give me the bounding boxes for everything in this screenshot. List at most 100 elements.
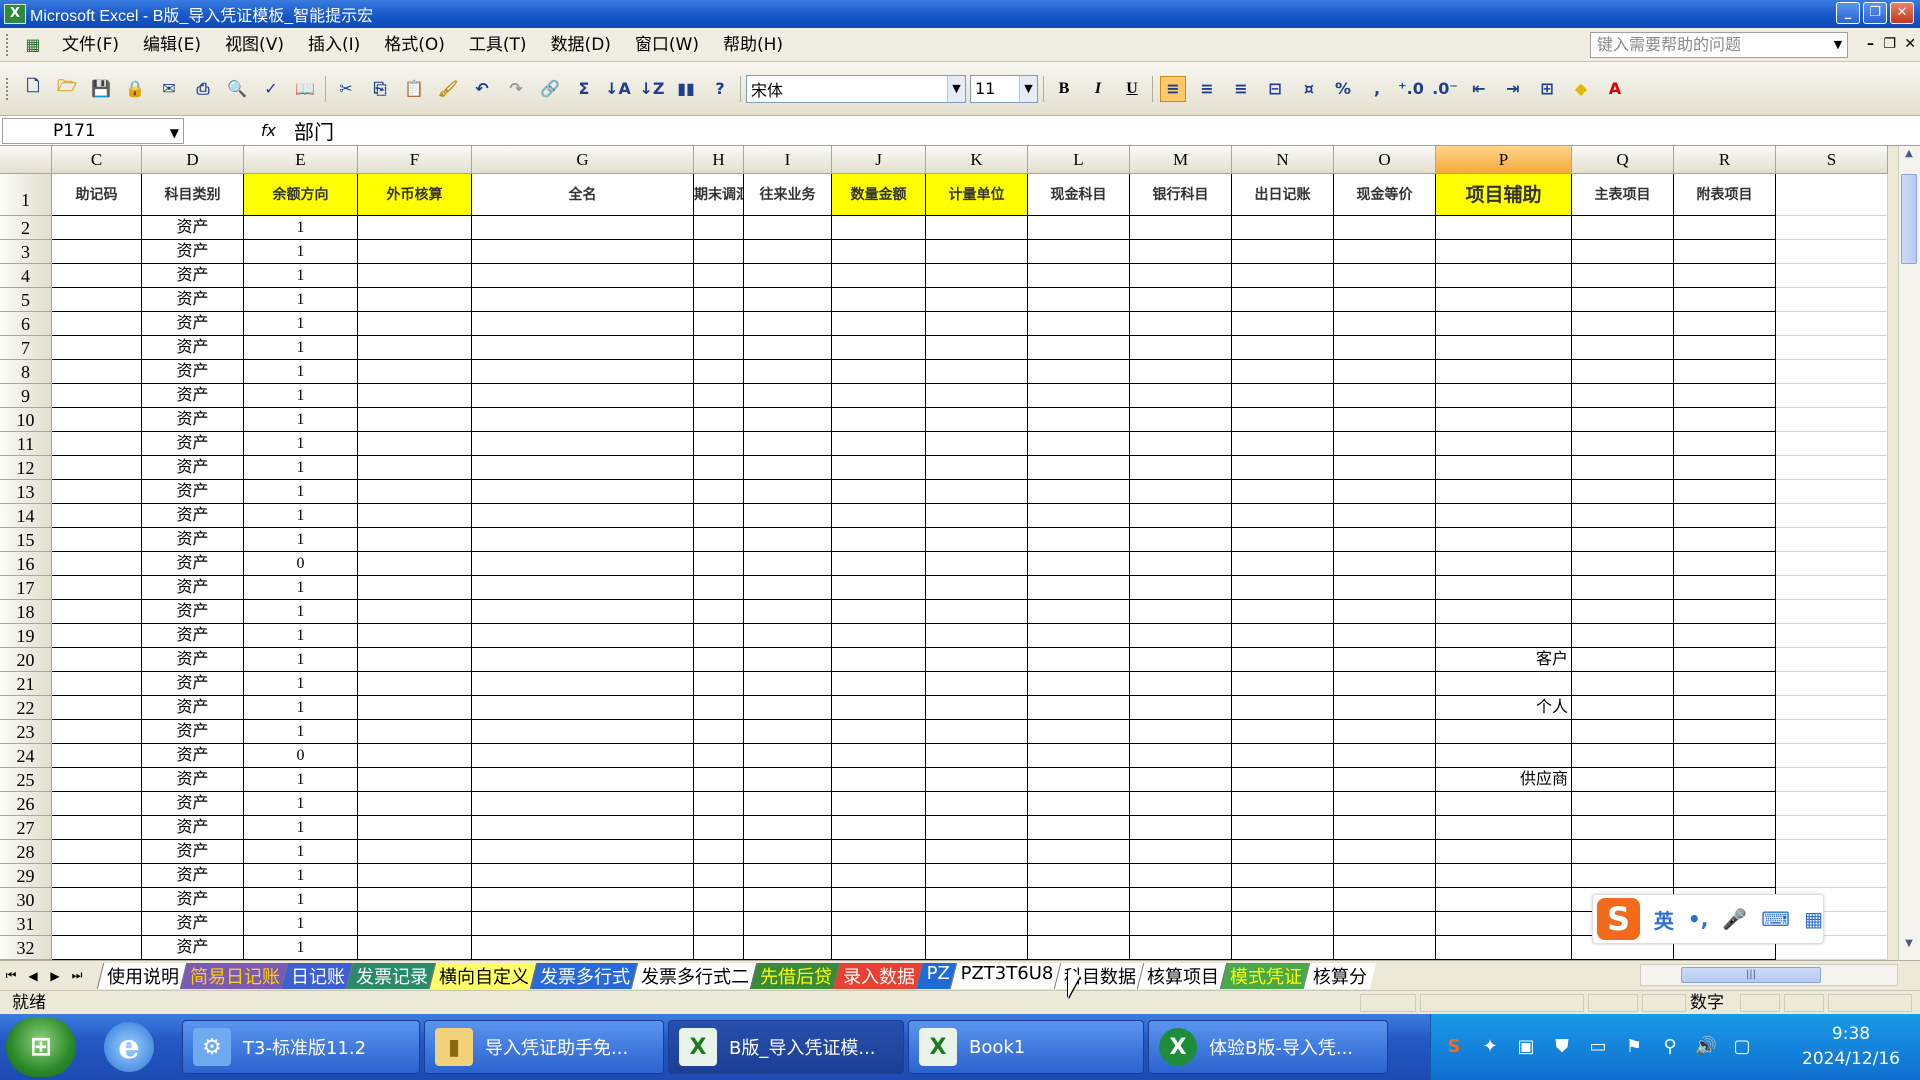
cell-r9[interactable] xyxy=(1674,384,1776,408)
cell-e23[interactable]: 1 xyxy=(244,720,358,744)
help-icon[interactable]: ? xyxy=(707,76,733,102)
cell-n3[interactable] xyxy=(1232,240,1334,264)
cell-r2[interactable] xyxy=(1674,216,1776,240)
row-header[interactable]: 23 xyxy=(0,720,52,744)
copy-icon[interactable]: ⎘ xyxy=(367,76,393,102)
cell-j1[interactable]: 数量金额 xyxy=(832,174,926,216)
cell-m2[interactable] xyxy=(1130,216,1232,240)
cell-s23[interactable] xyxy=(1776,720,1888,744)
cell-m25[interactable] xyxy=(1130,768,1232,792)
sheet-tab-1[interactable]: 简易日记账 xyxy=(179,962,290,989)
cell-l25[interactable] xyxy=(1028,768,1130,792)
cell-h3[interactable] xyxy=(694,240,744,264)
research-icon[interactable]: 📖 xyxy=(292,76,318,102)
microphone-icon[interactable]: 🎤 xyxy=(1722,907,1747,931)
row-header[interactable]: 12 xyxy=(0,456,52,480)
task-t3[interactable]: ⚙ T3-标准版11.2 xyxy=(182,1020,420,1074)
prev-sheet-icon[interactable]: ◀ xyxy=(22,969,44,983)
cell-r26[interactable] xyxy=(1674,792,1776,816)
cell-l7[interactable] xyxy=(1028,336,1130,360)
row-header[interactable]: 28 xyxy=(0,840,52,864)
cell-p15[interactable] xyxy=(1436,528,1572,552)
row-header[interactable]: 5 xyxy=(0,288,52,312)
align-left-icon[interactable]: ≡ xyxy=(1160,75,1186,102)
cell-l8[interactable] xyxy=(1028,360,1130,384)
cell-f10[interactable] xyxy=(358,408,472,432)
cell-c11[interactable] xyxy=(52,432,142,456)
cell-k8[interactable] xyxy=(926,360,1028,384)
menu-item-3[interactable]: 插入(I) xyxy=(296,32,372,58)
cell-i26[interactable] xyxy=(744,792,832,816)
row-header[interactable]: 10 xyxy=(0,408,52,432)
cell-o17[interactable] xyxy=(1334,576,1436,600)
cell-h15[interactable] xyxy=(694,528,744,552)
cell-d22[interactable]: 资产 xyxy=(142,696,244,720)
cell-p6[interactable] xyxy=(1436,312,1572,336)
cell-k32[interactable] xyxy=(926,936,1028,960)
cell-l27[interactable] xyxy=(1028,816,1130,840)
cell-f23[interactable] xyxy=(358,720,472,744)
cell-p29[interactable] xyxy=(1436,864,1572,888)
cell-n4[interactable] xyxy=(1232,264,1334,288)
cell-k15[interactable] xyxy=(926,528,1028,552)
increase-indent-icon[interactable]: ⇥ xyxy=(1500,76,1526,102)
new-icon[interactable]: 🗋 xyxy=(20,76,46,102)
cell-f18[interactable] xyxy=(358,600,472,624)
font-color-icon[interactable]: A xyxy=(1602,76,1628,102)
cell-l5[interactable] xyxy=(1028,288,1130,312)
italic-button[interactable]: I xyxy=(1085,76,1111,102)
cell-d28[interactable]: 资产 xyxy=(142,840,244,864)
device-icon[interactable]: ⚑ xyxy=(1621,1034,1647,1060)
cell-i14[interactable] xyxy=(744,504,832,528)
cell-d14[interactable]: 资产 xyxy=(142,504,244,528)
cell-k16[interactable] xyxy=(926,552,1028,576)
cell-k19[interactable] xyxy=(926,624,1028,648)
cell-g21[interactable] xyxy=(472,672,694,696)
cell-c2[interactable] xyxy=(52,216,142,240)
cell-j15[interactable] xyxy=(832,528,926,552)
cell-e31[interactable]: 1 xyxy=(244,912,358,936)
cell-s19[interactable] xyxy=(1776,624,1888,648)
cell-h2[interactable] xyxy=(694,216,744,240)
cell-r3[interactable] xyxy=(1674,240,1776,264)
cell-p9[interactable] xyxy=(1436,384,1572,408)
cell-q17[interactable] xyxy=(1572,576,1674,600)
decrease-decimal-icon[interactable]: .0⁻ xyxy=(1432,76,1458,102)
cell-j6[interactable] xyxy=(832,312,926,336)
cell-e6[interactable]: 1 xyxy=(244,312,358,336)
cell-r4[interactable] xyxy=(1674,264,1776,288)
cell-q24[interactable] xyxy=(1572,744,1674,768)
percent-button[interactable]: % xyxy=(1330,76,1356,102)
cell-m4[interactable] xyxy=(1130,264,1232,288)
sheet-tab-10[interactable]: PZT3T6U8 xyxy=(949,962,1063,989)
cell-k30[interactable] xyxy=(926,888,1028,912)
cell-n16[interactable] xyxy=(1232,552,1334,576)
cell-o12[interactable] xyxy=(1334,456,1436,480)
cell-p18[interactable] xyxy=(1436,600,1572,624)
sheet-tab-6[interactable]: 发票多行式二 xyxy=(630,962,759,989)
cell-q6[interactable] xyxy=(1572,312,1674,336)
cell-r1[interactable]: 附表项目 xyxy=(1674,174,1776,216)
column-header-q[interactable]: Q xyxy=(1572,146,1674,174)
cell-k4[interactable] xyxy=(926,264,1028,288)
cell-s3[interactable] xyxy=(1776,240,1888,264)
cell-i32[interactable] xyxy=(744,936,832,960)
ime-lang-toggle[interactable]: 英 xyxy=(1654,905,1674,934)
cell-e15[interactable]: 1 xyxy=(244,528,358,552)
cell-l15[interactable] xyxy=(1028,528,1130,552)
cell-n32[interactable] xyxy=(1232,936,1334,960)
cell-k27[interactable] xyxy=(926,816,1028,840)
open-icon[interactable]: 🗁 xyxy=(54,76,80,102)
cell-m9[interactable] xyxy=(1130,384,1232,408)
cell-c27[interactable] xyxy=(52,816,142,840)
cell-m7[interactable] xyxy=(1130,336,1232,360)
cell-m18[interactable] xyxy=(1130,600,1232,624)
cell-g5[interactable] xyxy=(472,288,694,312)
currency-icon[interactable]: ¤ xyxy=(1296,76,1322,102)
column-header-m[interactable]: M xyxy=(1130,146,1232,174)
cell-o29[interactable] xyxy=(1334,864,1436,888)
cell-l9[interactable] xyxy=(1028,384,1130,408)
cell-s28[interactable] xyxy=(1776,840,1888,864)
cell-i29[interactable] xyxy=(744,864,832,888)
cell-q10[interactable] xyxy=(1572,408,1674,432)
